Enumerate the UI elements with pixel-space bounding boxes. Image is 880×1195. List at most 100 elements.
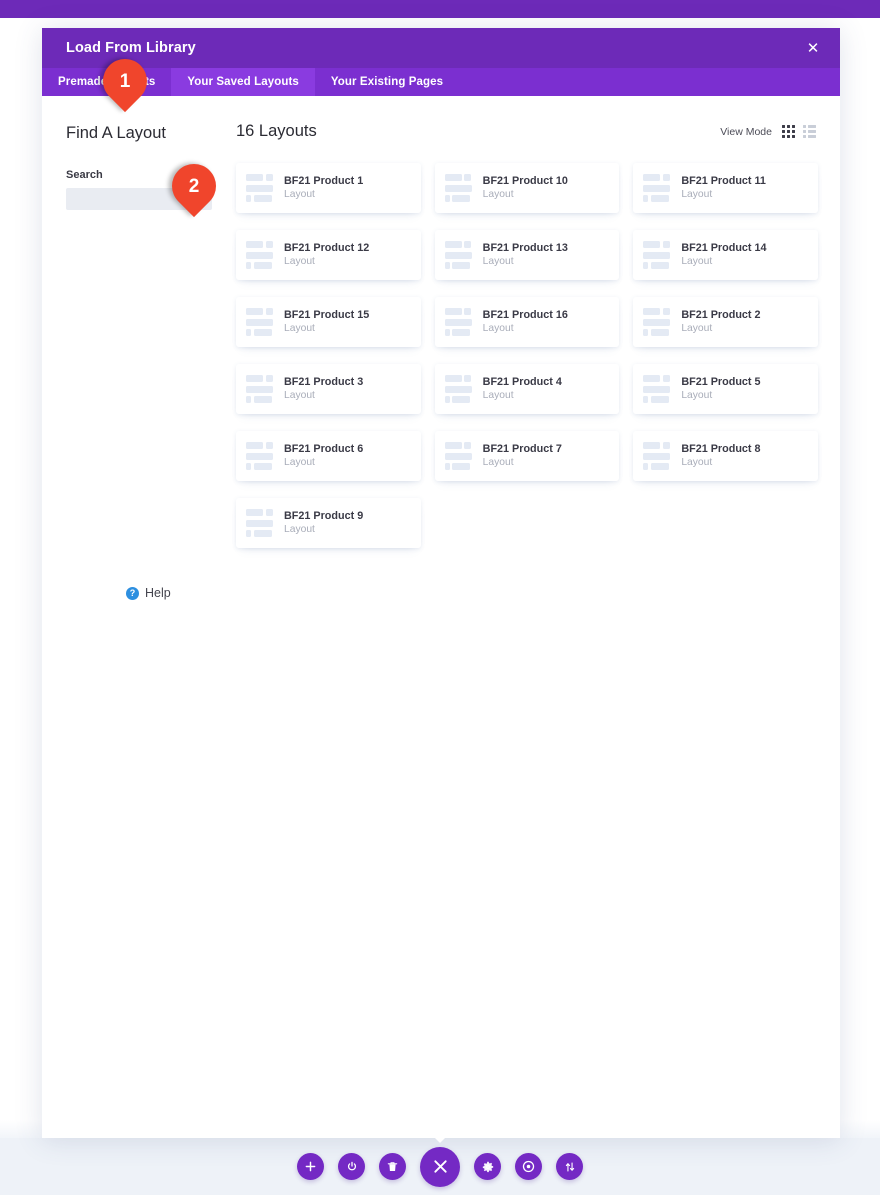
view-mode-label: View Mode [720, 125, 772, 138]
power-icon [346, 1161, 358, 1173]
layout-card-title: BF21 Product 12 [284, 241, 370, 254]
close-builder-button[interactable] [420, 1146, 460, 1187]
marker-number: 2 [188, 175, 200, 197]
layout-card-subtitle: Layout [482, 256, 514, 268]
layout-card-subtitle: Layout [482, 390, 514, 402]
callout-marker-1: 1 [93, 49, 171, 113]
layout-card-title: BF21 Product 14 [681, 241, 767, 254]
layout-card-title: BF21 Product 10 [482, 174, 568, 187]
grid-view-icon[interactable] [782, 125, 795, 138]
layout-card-text: BF21 Product 16 Layout [483, 308, 568, 336]
layout-thumbnail-icon [246, 375, 274, 403]
layout-thumbnail-icon [444, 308, 473, 336]
layout-card-text: BF21 Product 14 Layout [681, 241, 766, 269]
settings-button[interactable] [474, 1153, 501, 1180]
reorder-button[interactable] [556, 1153, 583, 1180]
layout-card-text: BF21 Product 10 Layout [483, 174, 568, 202]
layout-card[interactable]: BF21 Product 1 Layout [236, 163, 421, 213]
layout-card-subtitle: Layout [284, 524, 315, 536]
layout-card-text: BF21 Product 3 Layout [284, 375, 363, 403]
modal-title: Load From Library [66, 40, 196, 56]
layout-card-subtitle: Layout [482, 457, 514, 469]
layout-thumbnail-icon [643, 174, 671, 202]
clock-icon [522, 1160, 535, 1173]
layout-card-title: BF21 Product 7 [482, 442, 562, 455]
layout-card[interactable]: BF21 Product 12 Layout [236, 230, 421, 280]
layout-card[interactable]: BF21 Product 6 Layout [236, 431, 421, 481]
close-icon[interactable]: ✕ [802, 37, 824, 59]
main-header: 16 Layouts View Mode [236, 122, 818, 141]
layout-card-title: BF21 Product 15 [284, 308, 370, 321]
layout-thumbnail-icon [643, 442, 671, 470]
layout-thumbnail-icon [246, 442, 274, 470]
layout-card[interactable]: BF21 Product 5 Layout [633, 364, 818, 414]
layout-card[interactable]: BF21 Product 13 Layout [434, 230, 620, 280]
layout-card[interactable]: BF21 Product 8 Layout [633, 431, 818, 481]
layout-card-title: BF21 Product 16 [482, 308, 568, 321]
layout-thumbnail-icon [444, 241, 473, 269]
power-button[interactable] [338, 1153, 365, 1180]
view-mode-switcher: View Mode [720, 125, 816, 138]
layout-card-subtitle: Layout [681, 189, 713, 201]
layout-card[interactable]: BF21 Product 4 Layout [434, 364, 620, 414]
layout-card-title: BF21 Product 8 [681, 442, 761, 455]
layout-card-title: BF21 Product 4 [482, 375, 562, 388]
layout-card-text: BF21 Product 5 Layout [681, 375, 760, 403]
layout-card[interactable]: BF21 Product 16 Layout [434, 297, 620, 347]
layout-card-title: BF21 Product 2 [681, 308, 761, 321]
modal-notch [429, 1132, 451, 1143]
tab-your-saved-layouts[interactable]: Your Saved Layouts [171, 68, 315, 96]
trash-icon [387, 1161, 398, 1173]
layout-card-text: BF21 Product 15 Layout [284, 308, 369, 336]
host-page-top-bar [0, 0, 880, 18]
layout-card-subtitle: Layout [482, 189, 514, 201]
layout-card-text: BF21 Product 8 Layout [681, 442, 760, 470]
layout-card-text: BF21 Product 4 Layout [483, 375, 562, 403]
layout-card[interactable]: BF21 Product 11 Layout [633, 163, 818, 213]
layout-card[interactable]: BF21 Product 14 Layout [633, 230, 818, 280]
layout-card[interactable]: BF21 Product 15 Layout [236, 297, 421, 347]
layouts-count-title: 16 Layouts [236, 122, 317, 140]
layout-thumbnail-icon [246, 308, 274, 336]
layout-card[interactable]: BF21 Product 10 Layout [434, 163, 620, 213]
tab-your-existing-pages[interactable]: Your Existing Pages [315, 68, 459, 96]
history-button[interactable] [515, 1153, 542, 1180]
layout-card-subtitle: Layout [681, 457, 713, 469]
list-view-icon[interactable] [803, 125, 816, 138]
layout-card-title: BF21 Product 13 [482, 241, 568, 254]
layout-card-text: BF21 Product 2 Layout [681, 308, 760, 336]
layout-thumbnail-icon [643, 241, 671, 269]
layout-thumbnail-icon [643, 308, 671, 336]
layout-card-subtitle: Layout [681, 390, 713, 402]
modal-body: Find A Layout Search ? Help 16 Layouts V… [42, 96, 840, 1138]
plus-icon [305, 1161, 316, 1172]
layout-card[interactable]: BF21 Product 2 Layout [633, 297, 818, 347]
layout-thumbnail-icon [246, 174, 274, 202]
trash-button[interactable] [379, 1153, 406, 1180]
screen-root: Load From Library ✕ Premade Layouts Your… [0, 0, 880, 1195]
sidebar-title: Find A Layout [66, 124, 166, 142]
layouts-grid: BF21 Product 1 Layout BF21 Product 10 Layou… [236, 163, 818, 548]
add-button[interactable] [297, 1153, 324, 1180]
layout-card[interactable]: BF21 Product 9 Layout [236, 498, 421, 548]
layout-card-title: BF21 Product 5 [681, 375, 761, 388]
layout-thumbnail-icon [444, 442, 473, 470]
main-panel: 16 Layouts View Mode BF21 Product 1 Layou… [236, 96, 840, 1138]
layout-card-text: BF21 Product 6 Layout [284, 442, 363, 470]
layout-card-title: BF21 Product 6 [284, 442, 364, 455]
layout-card-subtitle: Layout [284, 256, 315, 268]
help-link[interactable]: ? Help [126, 586, 171, 600]
layout-thumbnail-icon [643, 375, 671, 403]
builder-bottom-bar [0, 1138, 880, 1195]
layout-card[interactable]: BF21 Product 7 Layout [434, 431, 620, 481]
callout-marker-2: 2 [162, 154, 240, 218]
layout-card-text: BF21 Product 11 Layout [681, 174, 766, 202]
sidebar: Find A Layout Search ? Help [42, 96, 236, 1138]
gear-icon [482, 1161, 494, 1173]
layout-thumbnail-icon [246, 241, 274, 269]
layout-card-title: BF21 Product 3 [284, 375, 364, 388]
layout-card[interactable]: BF21 Product 3 Layout [236, 364, 421, 414]
layout-thumbnail-icon [246, 509, 274, 537]
question-mark-icon: ? [126, 586, 139, 600]
layout-thumbnail-icon [444, 174, 473, 202]
